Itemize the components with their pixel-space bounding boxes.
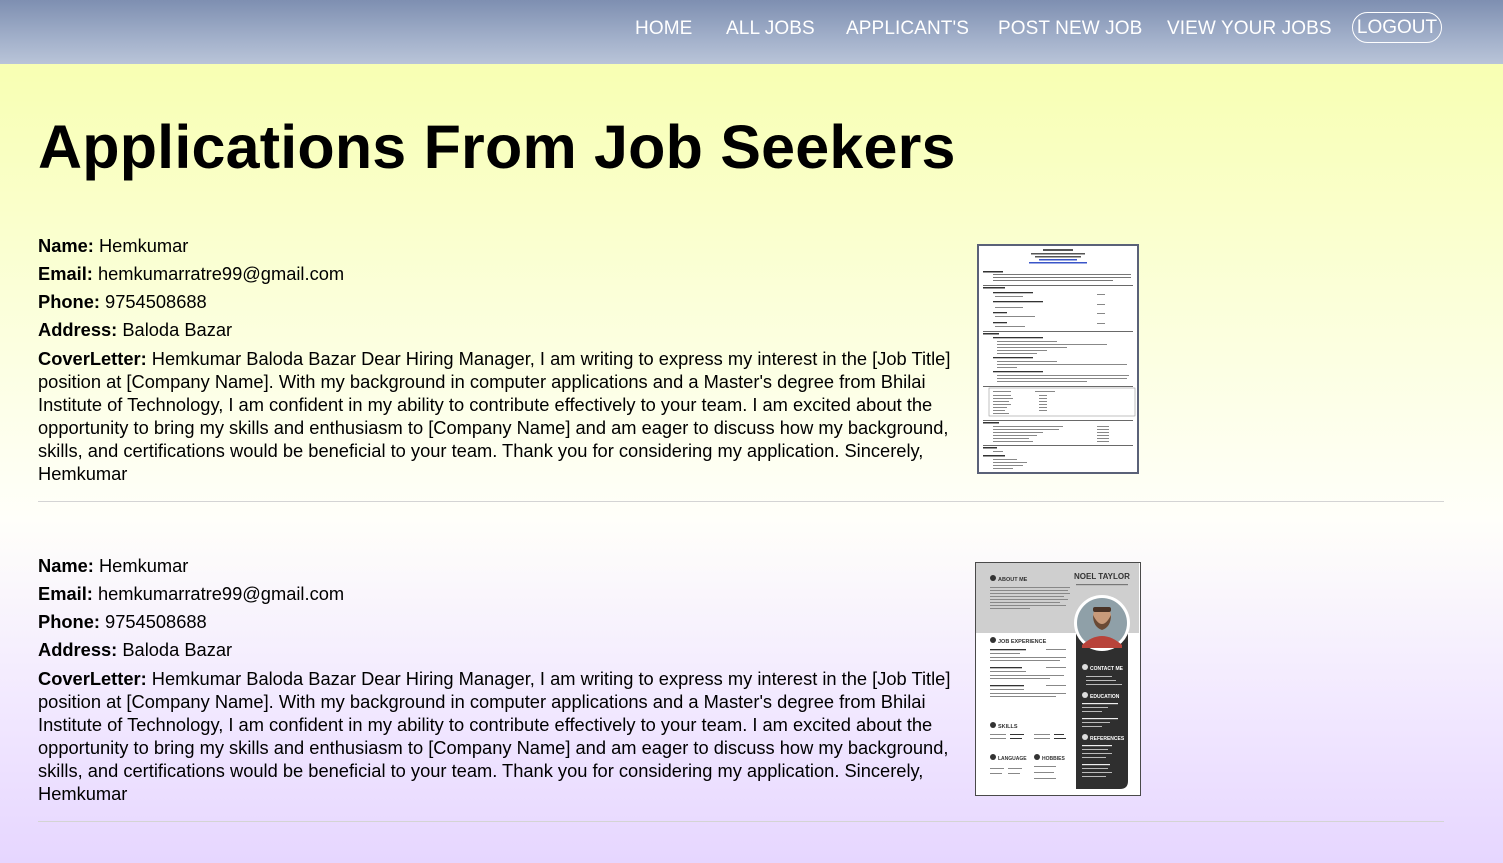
resume-section-text: LANGUAGE xyxy=(998,756,1027,762)
applicant-email-row: Email: hemkumarratre99@gmail.com xyxy=(38,580,974,608)
applicant-address: Baloda Bazar xyxy=(122,639,233,660)
resume-section-text: EDUCATION xyxy=(1090,694,1120,700)
applicant-cover-letter: Hemkumar Baloda Bazar Dear Hiring Manage… xyxy=(38,348,951,484)
page-title: Applications From Job Seekers xyxy=(38,113,956,181)
name-label: Name: xyxy=(38,555,94,576)
resume-thumbnail[interactable]: NOEL TAYLOR ABOUT ME JOB EXPERIENCE SKIL… xyxy=(975,562,1141,796)
applicant-cover-letter-row: CoverLetter: Hemkumar Baloda Bazar Dear … xyxy=(38,667,974,805)
applicant-email: hemkumarratre99@gmail.com xyxy=(97,263,345,284)
phone-label: Phone: xyxy=(38,291,100,312)
applicant-phone-row: Phone: 9754508688 xyxy=(38,608,974,636)
phone-label: Phone: xyxy=(38,611,100,632)
resume-section-text: REFERENCES xyxy=(1090,736,1125,742)
resume-section-text: JOB EXPERIENCE xyxy=(998,639,1047,645)
logout-button[interactable]: LOGOUT xyxy=(1352,12,1442,43)
applicant-cover-letter-row: CoverLetter: Hemkumar Baloda Bazar Dear … xyxy=(38,347,974,485)
applicant-address: Baloda Bazar xyxy=(122,319,233,340)
resume-section-text: HOBBIES xyxy=(1042,756,1065,762)
applicant-info: Name: Hemkumar Email: hemkumarratre99@gm… xyxy=(38,552,974,805)
nav-home-link[interactable]: HOME xyxy=(635,18,692,40)
cover-letter-label: CoverLetter: xyxy=(38,348,147,369)
application-divider xyxy=(38,501,1444,502)
address-label: Address: xyxy=(38,639,118,660)
applicant-name-row: Name: Hemkumar xyxy=(38,552,974,580)
applicant-phone: 9754508688 xyxy=(105,611,207,632)
email-label: Email: xyxy=(38,263,93,284)
nav-view-your-jobs-link[interactable]: VIEW YOUR JOBS xyxy=(1167,18,1332,40)
applicant-address-row: Address: Baloda Bazar xyxy=(38,636,974,664)
document-resume-icon xyxy=(979,246,1137,472)
resume-name-text: NOEL TAYLOR xyxy=(1074,572,1130,581)
resume-thumbnail[interactable] xyxy=(977,244,1139,474)
applicant-name: Hemkumar xyxy=(98,555,189,576)
applicant-email-row: Email: hemkumarratre99@gmail.com xyxy=(38,260,974,288)
template-resume-icon: NOEL TAYLOR ABOUT ME JOB EXPERIENCE SKIL… xyxy=(976,563,1139,794)
applicant-info: Name: Hemkumar Email: hemkumarratre99@gm… xyxy=(38,232,974,485)
applicant-phone-row: Phone: 9754508688 xyxy=(38,288,974,316)
name-label: Name: xyxy=(38,235,94,256)
applicant-cover-letter: Hemkumar Baloda Bazar Dear Hiring Manage… xyxy=(38,668,951,804)
applicant-name-row: Name: Hemkumar xyxy=(38,232,974,260)
applicant-email: hemkumarratre99@gmail.com xyxy=(97,583,345,604)
applicant-address-row: Address: Baloda Bazar xyxy=(38,316,974,344)
resume-section-text: SKILLS xyxy=(998,724,1018,730)
resume-section-text: CONTACT ME xyxy=(1090,666,1124,672)
top-navbar: HOME ALL JOBS APPLICANT'S POST NEW JOB V… xyxy=(0,0,1503,64)
nav-all-jobs-link[interactable]: ALL JOBS xyxy=(726,18,815,40)
cover-letter-label: CoverLetter: xyxy=(38,668,147,689)
resume-section-text: ABOUT ME xyxy=(998,577,1028,583)
application-divider xyxy=(38,821,1444,822)
address-label: Address: xyxy=(38,319,118,340)
applicant-phone: 9754508688 xyxy=(105,291,207,312)
nav-post-new-job-link[interactable]: POST NEW JOB xyxy=(998,18,1142,40)
nav-applicants-link[interactable]: APPLICANT'S xyxy=(846,18,969,40)
applicant-name: Hemkumar xyxy=(98,235,189,256)
email-label: Email: xyxy=(38,583,93,604)
